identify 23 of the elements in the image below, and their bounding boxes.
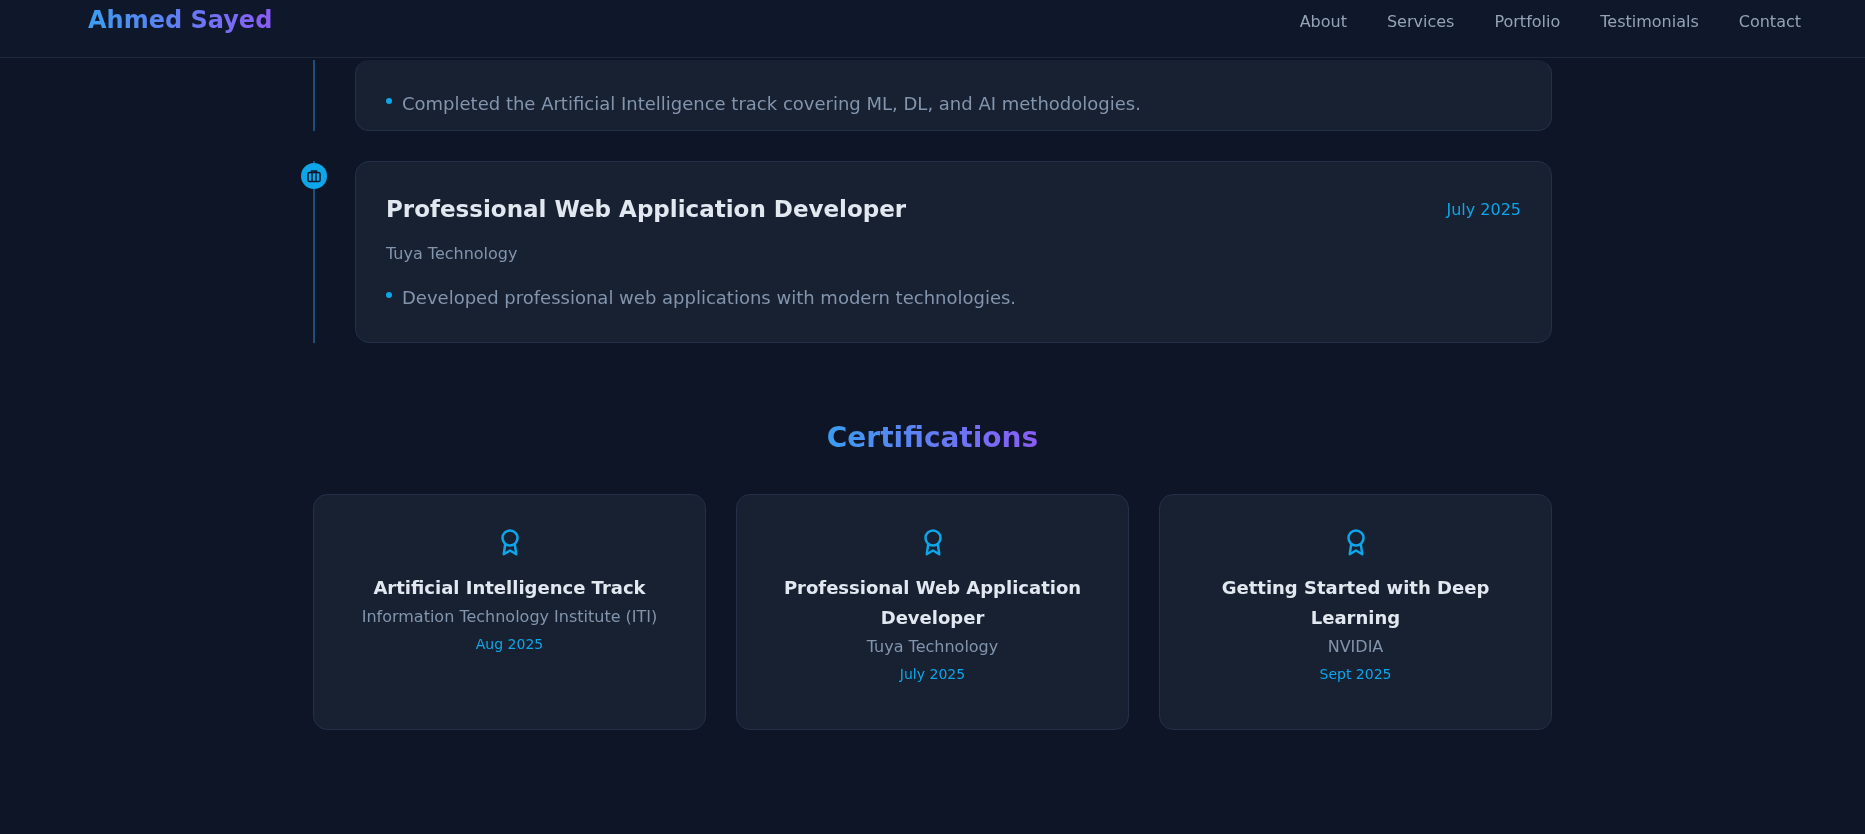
job-date: July 2025 bbox=[1446, 199, 1521, 219]
company-name: Tuya Technology bbox=[386, 244, 519, 263]
nav-link[interactable]: Portfolio bbox=[1494, 12, 1561, 31]
certification-name: Professional Web Application Developer bbox=[782, 576, 1083, 630]
certification-issuer: NVIDIA bbox=[1327, 637, 1384, 656]
certification-issuer: Tuya Technology bbox=[866, 637, 999, 656]
certification-name: Artificial Intelligence Track bbox=[373, 576, 646, 600]
certification-date: Aug 2025 bbox=[475, 636, 544, 652]
bullet-icon bbox=[386, 98, 392, 104]
nav-link[interactable]: Testimonials bbox=[1600, 12, 1699, 31]
certification-date: Sept 2025 bbox=[1319, 666, 1392, 682]
nav-link[interactable]: Services bbox=[1386, 12, 1455, 31]
bullet-text: Completed the Artificial Intelligence track covering ML, DL, and AI methodologies. bbox=[402, 93, 1141, 114]
timeline-line bbox=[313, 60, 315, 131]
job-title: Professional Web Application Developer bbox=[386, 196, 907, 222]
certification-date: July 2025 bbox=[899, 666, 966, 682]
certification-issuer: Information Technology Institute (ITI) bbox=[361, 607, 658, 626]
briefcase-icon bbox=[301, 163, 327, 189]
nav-link[interactable]: About bbox=[1299, 12, 1347, 31]
nav-link[interactable]: Contact bbox=[1738, 12, 1801, 31]
bullet-text: Developed professional web applications with modern technologies. bbox=[402, 287, 1017, 308]
bullet-icon bbox=[386, 292, 392, 298]
certification-name: Getting Started with Deep Learning bbox=[1220, 576, 1491, 630]
